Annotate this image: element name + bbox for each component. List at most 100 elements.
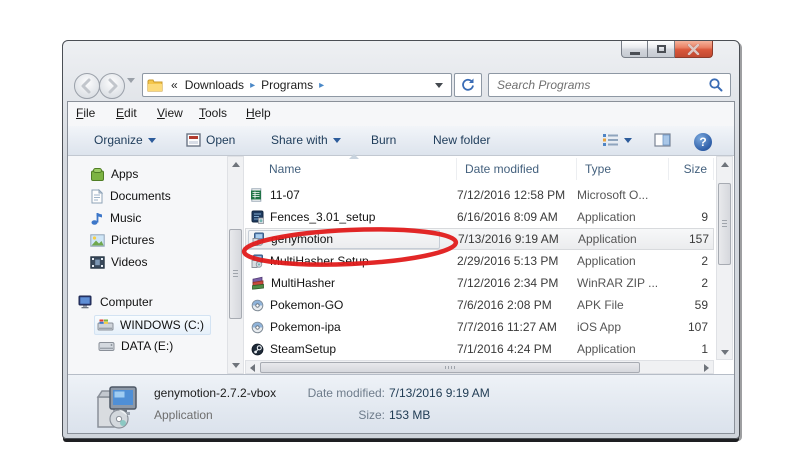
new-folder-button[interactable]: New folder [433,133,490,147]
open-button[interactable]: Open [186,133,235,147]
sidebar-item-label: Documents [110,189,171,203]
burn-button[interactable]: Burn [371,133,396,147]
recent-pages-dropdown[interactable] [127,83,135,97]
views-icon [602,133,619,147]
search-box[interactable] [488,73,731,97]
breadcrumb-separator-icon[interactable]: ▸ [244,80,261,91]
menu-tools[interactable]: Tools [199,106,227,120]
table-row[interactable]: MultiHasher Setup 2/29/2016 5:13 PM Appl… [245,250,714,272]
file-name: 11-07 [270,184,300,206]
sidebar-item-pictures[interactable]: Pictures [90,231,154,249]
scroll-down-icon[interactable] [721,350,729,355]
organize-button[interactable]: Organize [94,133,156,147]
details-pane: genymotion-2.7.2-vbox Date modified: 7/1… [68,374,734,433]
sidebar-item-label: Pictures [111,233,154,247]
menu-view[interactable]: View [157,106,183,120]
breadcrumb-segment-programs[interactable]: Programs [261,78,313,92]
screenshot-root: « Downloads ▸ Programs ▸ File E [0,0,800,475]
apps-icon [90,167,105,182]
sidebar-item-label: Videos [111,255,147,269]
maximize-button[interactable] [648,41,675,58]
sidebar-item-label: WINDOWS (C:) [120,318,204,332]
file-list: Name Date modified Type Size 11-07 7/12/… [245,156,714,374]
file-name: SteamSetup [270,338,336,360]
scrollbar-thumb[interactable] [229,229,242,319]
column-header-date-modified[interactable]: Date modified [457,158,577,180]
windows-drive-icon [97,319,114,332]
share-with-button[interactable]: Share with [271,133,341,147]
help-icon: ? [694,133,712,151]
minimize-button[interactable] [621,41,648,58]
menu-edit[interactable]: Edit [116,106,137,120]
scroll-up-icon[interactable] [721,162,729,167]
new-folder-label: New folder [433,133,490,147]
file-size [669,184,714,206]
menu-help[interactable]: Help [246,106,271,120]
sidebar-scrollbar[interactable] [227,156,244,374]
scrollbar-thumb[interactable] [718,183,731,265]
organize-label: Organize [94,133,143,147]
sidebar-item-videos[interactable]: Videos [90,253,147,271]
size-value: 153 MB [389,408,430,422]
share-with-label: Share with [271,133,328,147]
explorer-window: « Downloads ▸ Programs ▸ File E [62,40,740,439]
file-type: APK File [577,294,669,316]
scroll-left-icon[interactable] [250,364,255,372]
sidebar-item-computer[interactable]: Computer [78,293,153,311]
table-row[interactable]: MultiHasher 7/12/2016 2:34 PM WinRAR ZIP… [245,272,714,294]
file-size: 59 [669,294,714,316]
breadcrumb-separator-icon[interactable]: ▸ [313,80,330,91]
file-date: 6/16/2016 8:09 AM [457,206,577,228]
file-name: MultiHasher [271,272,335,294]
pictures-icon [90,234,105,247]
column-headers: Name Date modified Type Size [245,158,714,180]
refresh-icon [460,77,476,93]
sidebar-item-music[interactable]: Music [90,209,141,227]
table-row[interactable]: Pokemon-ipa 7/7/2016 11:27 AM iOS App 10… [245,316,714,338]
table-row[interactable]: Fences_3.01_setup 6/16/2016 8:09 AM Appl… [245,206,714,228]
installer-icon [252,232,265,246]
address-dropdown-icon[interactable] [435,83,443,88]
change-view-button[interactable] [602,133,632,147]
excel-file-icon [251,188,264,202]
scroll-up-icon[interactable] [232,162,240,167]
column-header-size[interactable]: Size [669,158,714,180]
forward-button[interactable] [99,73,125,99]
help-button[interactable]: ? [694,133,712,151]
vertical-scrollbar[interactable] [716,156,733,360]
refresh-button[interactable] [454,73,482,97]
address-bar[interactable]: « Downloads ▸ Programs ▸ [142,73,452,97]
file-date: 7/13/2016 9:19 AM [458,229,578,249]
table-row[interactable]: Pokemon-GO 7/6/2016 2:08 PM APK File 59 [245,294,714,316]
steam-installer-icon [251,343,264,356]
file-size: 9 [669,206,714,228]
file-type: WinRAR ZIP ... [577,272,669,294]
sidebar-item-documents[interactable]: Documents [90,187,171,205]
menu-file[interactable]: File [76,106,95,120]
search-icon[interactable] [708,77,724,93]
table-row-genymotion[interactable]: genymotion 7/13/2016 9:19 AM Application… [245,228,714,250]
horizontal-scrollbar[interactable] [245,360,714,374]
ios-app-icon [251,321,264,334]
scrollbar-thumb[interactable] [260,362,640,373]
search-input[interactable] [489,78,708,92]
date-modified-label: Date modified: [285,386,385,400]
column-header-type[interactable]: Type [577,158,669,180]
sidebar-item-windows-c[interactable]: WINDOWS (C:) [94,315,211,335]
sidebar-item-apps[interactable]: Apps [90,165,138,183]
table-row[interactable]: SteamSetup 7/1/2016 4:24 PM Application … [245,338,714,360]
breadcrumb-segment-downloads[interactable]: Downloads [178,78,244,92]
preview-pane-button[interactable] [654,133,671,147]
close-button[interactable] [675,41,713,58]
scroll-right-icon[interactable] [704,364,709,372]
back-button[interactable] [74,73,100,99]
file-name: Pokemon-ipa [270,316,341,338]
table-row[interactable]: 11-07 7/12/2016 12:58 PM Microsoft O... [245,184,714,206]
installer-package-icon [92,381,140,429]
breadcrumb-overflow[interactable]: « [165,78,178,92]
column-header-name[interactable]: Name [245,158,457,180]
sidebar-item-data-e[interactable]: DATA (E:) [98,337,173,355]
forward-icon [100,74,124,98]
scroll-down-icon[interactable] [232,363,240,368]
documents-icon [90,189,104,204]
